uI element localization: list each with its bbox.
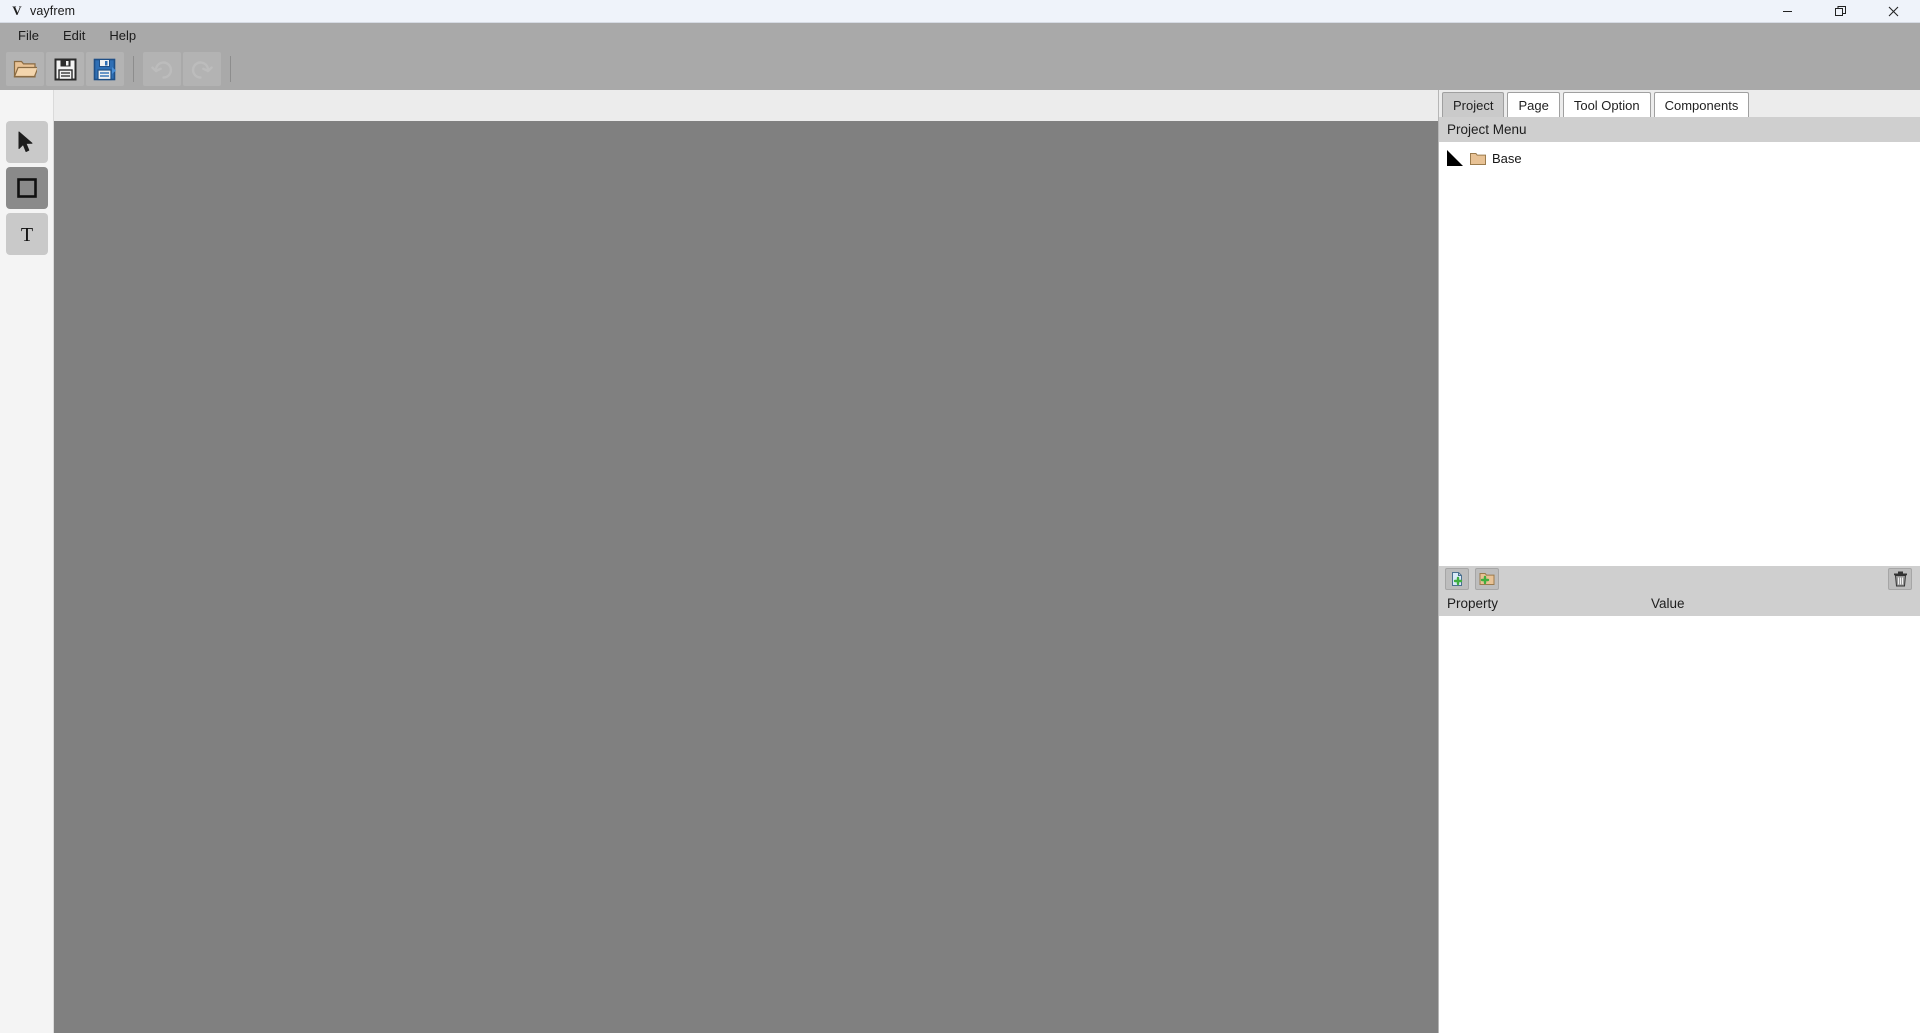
minimize-button[interactable] — [1761, 0, 1814, 23]
chevron-down-icon[interactable] — [1447, 150, 1463, 166]
project-menu-header: Project Menu — [1439, 117, 1920, 142]
redo-button[interactable] — [183, 52, 221, 86]
window-title: vayfrem — [30, 4, 76, 18]
restore-icon — [1834, 5, 1846, 16]
file-plus-icon — [1452, 571, 1463, 586]
square-icon — [16, 178, 37, 198]
open-button[interactable] — [6, 52, 44, 86]
property-table-body[interactable] — [1439, 615, 1920, 1033]
undo-icon — [151, 61, 173, 79]
svg-text:T: T — [20, 224, 32, 245]
tree-item-base[interactable]: Base — [1447, 148, 1920, 168]
design-canvas[interactable] — [54, 121, 1438, 1033]
tab-tool-option[interactable]: Tool Option — [1562, 92, 1651, 117]
tab-project[interactable]: Project — [1442, 92, 1505, 117]
open-folder-icon — [13, 60, 37, 78]
minimize-icon — [1783, 11, 1792, 12]
menu-bar: File Edit Help — [0, 23, 1920, 48]
title-bar: V vayfrem — [0, 0, 1920, 23]
property-toolbar — [1439, 565, 1920, 592]
save-button[interactable] — [46, 52, 84, 86]
canvas-column — [54, 90, 1438, 1033]
right-panel: Project Page Tool Option Components Proj… — [1438, 90, 1920, 1033]
window-controls — [1761, 0, 1920, 23]
canvas-toolbar — [54, 90, 1438, 121]
tree-item-label: Base — [1492, 150, 1522, 166]
add-folder-button[interactable] — [1475, 567, 1499, 590]
main-toolbar — [0, 48, 1920, 90]
tool-strip: T — [0, 90, 54, 1033]
toolbar-separator-2 — [230, 56, 231, 82]
folder-plus-icon — [1479, 573, 1495, 585]
save-icon — [54, 58, 76, 80]
folder-icon — [1470, 153, 1486, 165]
workspace: T Project Page Tool Option Components Pr… — [0, 90, 1920, 1033]
redo-icon — [191, 61, 213, 79]
column-header-value: Value — [1651, 596, 1685, 611]
text-icon: T — [20, 224, 32, 245]
text-tool-button[interactable]: T — [5, 213, 48, 255]
app-logo-icon: V — [12, 3, 22, 18]
save-as-button[interactable] — [86, 52, 124, 86]
menu-item-file[interactable]: File — [6, 26, 51, 45]
delete-button[interactable] — [1888, 567, 1912, 590]
project-tree[interactable]: Base — [1439, 142, 1920, 566]
close-icon — [1888, 6, 1899, 17]
toolbar-separator — [133, 56, 134, 82]
menu-item-edit[interactable]: Edit — [51, 26, 97, 45]
panel-tabs: Project Page Tool Option Components — [1439, 90, 1920, 117]
add-page-button[interactable] — [1445, 567, 1469, 590]
maximize-button[interactable] — [1814, 0, 1867, 23]
rectangle-tool-button[interactable] — [5, 167, 48, 209]
save-as-icon — [93, 58, 116, 80]
select-tool-button[interactable] — [5, 121, 48, 163]
property-table-header: Property Value — [1439, 591, 1920, 616]
tab-page[interactable]: Page — [1507, 92, 1560, 117]
undo-button[interactable] — [143, 52, 181, 86]
close-button[interactable] — [1867, 0, 1920, 23]
tab-components[interactable]: Components — [1653, 92, 1750, 117]
column-header-property: Property — [1447, 596, 1499, 611]
trash-icon — [1893, 571, 1907, 586]
cursor-icon — [18, 131, 32, 152]
menu-item-help[interactable]: Help — [97, 26, 148, 45]
